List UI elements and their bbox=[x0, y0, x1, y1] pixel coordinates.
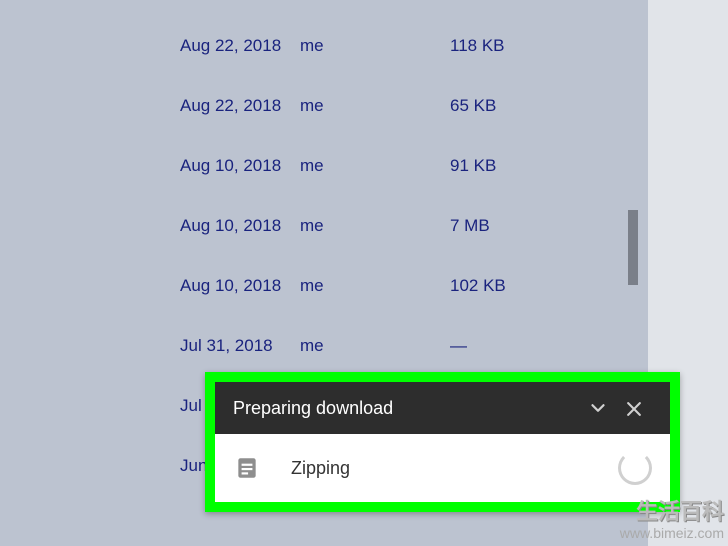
page: Aug 22, 2018 me 118 KB Aug 22, 2018 me 6… bbox=[0, 0, 728, 546]
file-date: Aug 22, 2018 bbox=[180, 36, 300, 56]
file-owner: me bbox=[300, 216, 450, 236]
file-size: — bbox=[450, 336, 550, 356]
scrollbar-thumb[interactable] bbox=[628, 210, 638, 285]
file-size: 91 KB bbox=[450, 156, 550, 176]
chevron-down-icon bbox=[587, 397, 609, 419]
download-highlight: Preparing download Zipping bbox=[205, 372, 680, 512]
file-owner: me bbox=[300, 156, 450, 176]
table-row[interactable]: Aug 10, 2018 me 7 MB bbox=[0, 196, 620, 256]
file-size: 102 KB bbox=[450, 276, 550, 296]
collapse-button[interactable] bbox=[580, 397, 616, 419]
file-date: Aug 22, 2018 bbox=[180, 96, 300, 116]
file-size: 7 MB bbox=[450, 216, 550, 236]
download-header: Preparing download bbox=[215, 382, 670, 434]
file-date: Aug 10, 2018 bbox=[180, 156, 300, 176]
file-size: 118 KB bbox=[450, 36, 550, 56]
table-row[interactable]: Aug 22, 2018 me 65 KB bbox=[0, 76, 620, 136]
file-date: Jul 31, 2018 bbox=[180, 336, 300, 356]
file-owner: me bbox=[300, 96, 450, 116]
file-owner: me bbox=[300, 36, 450, 56]
table-row[interactable]: Jul 31, 2018 me — bbox=[0, 316, 620, 376]
download-body: Zipping bbox=[215, 434, 670, 502]
file-date: Aug 10, 2018 bbox=[180, 276, 300, 296]
close-icon bbox=[624, 399, 644, 419]
table-row[interactable]: Aug 10, 2018 me 91 KB bbox=[0, 136, 620, 196]
spinner-icon bbox=[618, 451, 652, 485]
zip-file-icon bbox=[233, 454, 261, 482]
download-status: Zipping bbox=[291, 458, 618, 479]
file-owner: me bbox=[300, 276, 450, 296]
file-date: Aug 10, 2018 bbox=[180, 216, 300, 236]
file-size: 65 KB bbox=[450, 96, 550, 116]
close-button[interactable] bbox=[616, 397, 652, 418]
file-owner: me bbox=[300, 336, 450, 356]
table-row[interactable]: Aug 10, 2018 me 102 KB bbox=[0, 256, 620, 316]
table-row[interactable]: Aug 22, 2018 me 118 KB bbox=[0, 16, 620, 76]
download-title: Preparing download bbox=[233, 398, 580, 419]
